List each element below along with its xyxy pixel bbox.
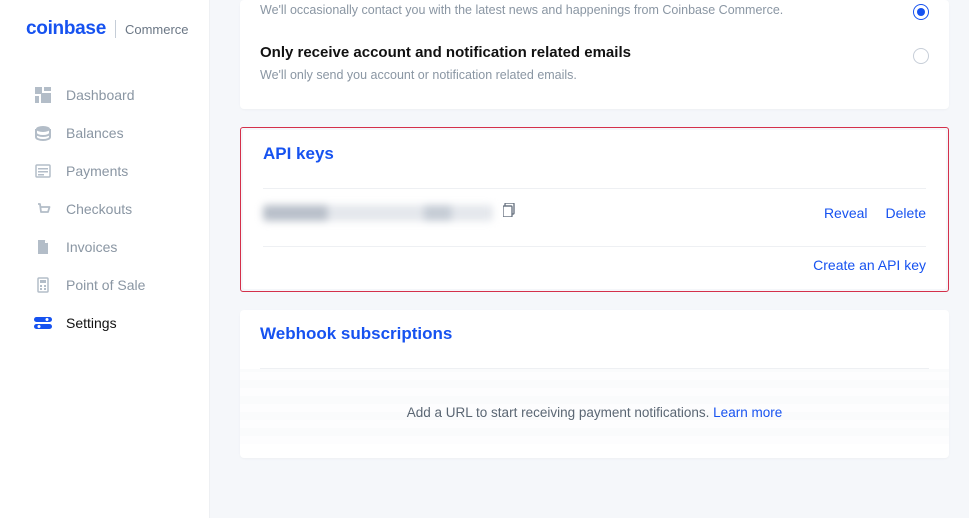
sidebar-item-checkouts[interactable]: Checkouts [0, 190, 209, 228]
radio-only-emails[interactable] [913, 48, 929, 64]
payments-icon [34, 162, 52, 180]
sidebar-item-label: Payments [66, 163, 128, 179]
reveal-link[interactable]: Reveal [824, 205, 868, 221]
api-key-masked [263, 205, 493, 221]
checkouts-icon [34, 200, 52, 218]
main-content: We'll occasionally contact you with the … [210, 0, 969, 518]
sidebar-item-label: Invoices [66, 239, 117, 255]
sidebar-item-balances[interactable]: Balances [0, 114, 209, 152]
email-preferences-card: We'll occasionally contact you with the … [240, 0, 949, 109]
pos-icon [34, 276, 52, 294]
invoices-icon [34, 238, 52, 256]
email-option-only[interactable]: Only receive account and notification re… [240, 30, 949, 95]
sidebar-nav: Dashboard Balances Payments Checkouts In… [0, 58, 209, 342]
email-option-all-description: We'll occasionally contact you with the … [260, 0, 893, 20]
sidebar-item-payments[interactable]: Payments [0, 152, 209, 190]
sidebar-item-label: Settings [66, 315, 117, 331]
email-option-all[interactable]: We'll occasionally contact you with the … [240, 0, 949, 30]
logo-separator [115, 20, 116, 38]
webhook-empty-text: Add a URL to start receiving payment not… [407, 405, 713, 420]
email-option-only-description: We'll only send you account or notificat… [260, 65, 893, 85]
sidebar-item-pos[interactable]: Point of Sale [0, 266, 209, 304]
settings-icon [34, 314, 52, 332]
sidebar-item-invoices[interactable]: Invoices [0, 228, 209, 266]
logo-primary: coinbase [26, 18, 106, 40]
api-key-row: Reveal Delete [243, 189, 946, 236]
api-keys-title: API keys [263, 144, 926, 164]
webhook-learn-more-link[interactable]: Learn more [713, 405, 782, 420]
api-keys-card: API keys Reveal Delete Create an API key [243, 130, 946, 289]
create-api-key-link[interactable]: Create an API key [813, 257, 926, 273]
radio-all-emails[interactable] [913, 4, 929, 20]
sidebar-item-settings[interactable]: Settings [0, 304, 209, 342]
email-option-only-title: Only receive account and notification re… [260, 44, 893, 61]
dashboard-icon [34, 86, 52, 104]
sidebar-item-label: Dashboard [66, 87, 135, 103]
sidebar-item-label: Checkouts [66, 201, 132, 217]
sidebar: coinbase Commerce Dashboard Balances Pay… [0, 0, 210, 518]
copy-icon[interactable] [503, 203, 517, 222]
logo-secondary: Commerce [125, 22, 189, 37]
webhook-empty-state: Add a URL to start receiving payment not… [240, 369, 949, 444]
delete-link[interactable]: Delete [886, 205, 926, 221]
webhook-card: Webhook subscriptions Add a URL to start… [240, 310, 949, 458]
api-keys-highlight: API keys Reveal Delete Create an API key [240, 127, 949, 292]
logo: coinbase Commerce [0, 18, 209, 58]
webhook-title: Webhook subscriptions [260, 324, 929, 344]
sidebar-item-label: Balances [66, 125, 124, 141]
sidebar-item-dashboard[interactable]: Dashboard [0, 76, 209, 114]
sidebar-item-label: Point of Sale [66, 277, 145, 293]
balances-icon [34, 124, 52, 142]
